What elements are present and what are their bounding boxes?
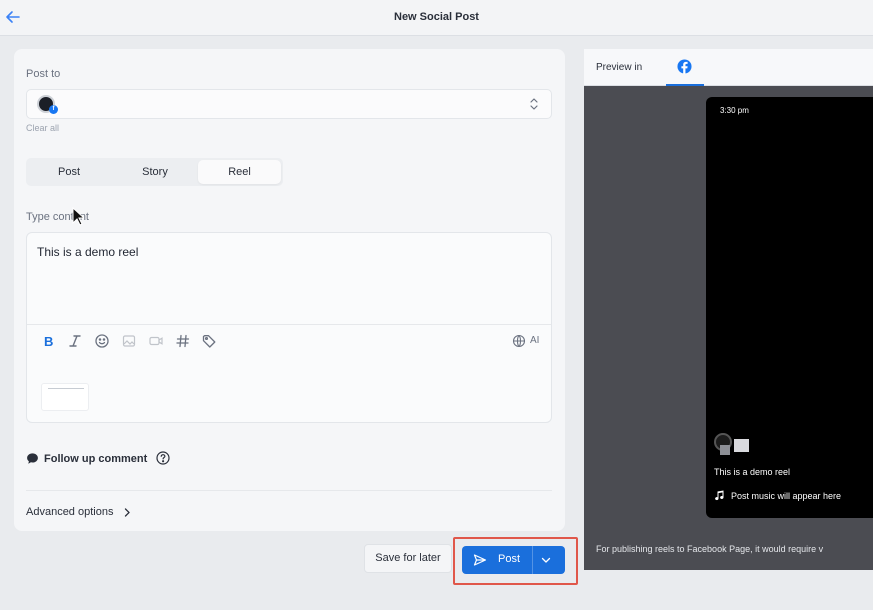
chevron-down-icon[interactable] — [540, 554, 552, 566]
post-to-label: Post to — [26, 68, 61, 80]
send-icon — [473, 554, 487, 566]
phone-time: 3:30 pm — [720, 106, 749, 115]
preview-note: For publishing reels to Facebook Page, i… — [596, 544, 824, 554]
ai-label: AI — [530, 335, 540, 346]
post-to-select[interactable]: f — [26, 89, 552, 119]
mouse-cursor-icon — [72, 207, 84, 226]
chevron-updown-icon — [530, 98, 538, 110]
chevron-right-icon — [124, 507, 130, 517]
thumbnail-progress — [48, 388, 84, 389]
post-button-separator — [532, 546, 533, 574]
music-label: Post music will appear here — [731, 491, 842, 501]
phone-preview: 3:30 pm This is a demo reel Post music w… — [706, 97, 873, 518]
preview-header: Preview in — [584, 49, 873, 86]
post-type-tabs: Post Story Reel — [26, 158, 283, 186]
ai-brain-icon — [512, 334, 526, 348]
bold-icon[interactable]: B — [41, 333, 57, 349]
ai-assist-button[interactable]: AI — [511, 333, 541, 349]
page-title: New Social Post — [394, 11, 479, 23]
hashtag-icon[interactable] — [175, 333, 191, 349]
preview-panel: Preview in 3:30 pm This is a demo reel P… — [584, 49, 873, 570]
emoji-icon[interactable] — [94, 333, 110, 349]
italic-icon[interactable] — [67, 333, 83, 349]
preview-caption: This is a demo reel — [714, 467, 791, 477]
facebook-icon — [677, 59, 692, 74]
follow-up-comment-toggle[interactable]: Follow up comment — [26, 451, 186, 467]
facebook-badge-icon: f — [49, 105, 58, 114]
preview-name-placeholder-light — [734, 439, 749, 452]
follow-up-label: Follow up comment — [44, 453, 148, 465]
video-icon[interactable] — [148, 333, 164, 349]
tab-reel[interactable]: Reel — [198, 160, 281, 184]
svg-text:B: B — [44, 334, 53, 349]
editor-divider — [27, 324, 551, 325]
advanced-options-label: Advanced options — [26, 506, 114, 518]
comment-bubble-icon — [27, 453, 38, 464]
help-icon[interactable] — [156, 451, 170, 465]
preview-name-placeholder — [720, 445, 730, 455]
composer-card: Post to f Clear all Post Story Reel Type… — [14, 49, 565, 531]
tag-icon[interactable] — [201, 333, 217, 349]
post-button[interactable]: Post — [462, 546, 565, 574]
image-icon[interactable] — [121, 333, 137, 349]
media-thumbnail[interactable] — [41, 383, 89, 411]
section-divider — [26, 490, 552, 491]
top-bar: New Social Post — [0, 0, 873, 36]
save-for-later-button[interactable]: Save for later — [364, 544, 452, 573]
music-note-icon — [715, 490, 724, 501]
content-editor[interactable]: This is a demo reel B AI — [26, 232, 552, 423]
preview-label: Preview in — [596, 62, 643, 73]
tab-story[interactable]: Story — [112, 158, 198, 186]
tab-facebook-preview[interactable] — [666, 49, 704, 86]
content-text[interactable]: This is a demo reel — [37, 245, 138, 259]
tab-post[interactable]: Post — [26, 158, 112, 186]
clear-all-link[interactable]: Clear all — [26, 123, 59, 133]
post-label: Post — [498, 553, 521, 565]
advanced-options-toggle[interactable]: Advanced options — [26, 506, 131, 518]
